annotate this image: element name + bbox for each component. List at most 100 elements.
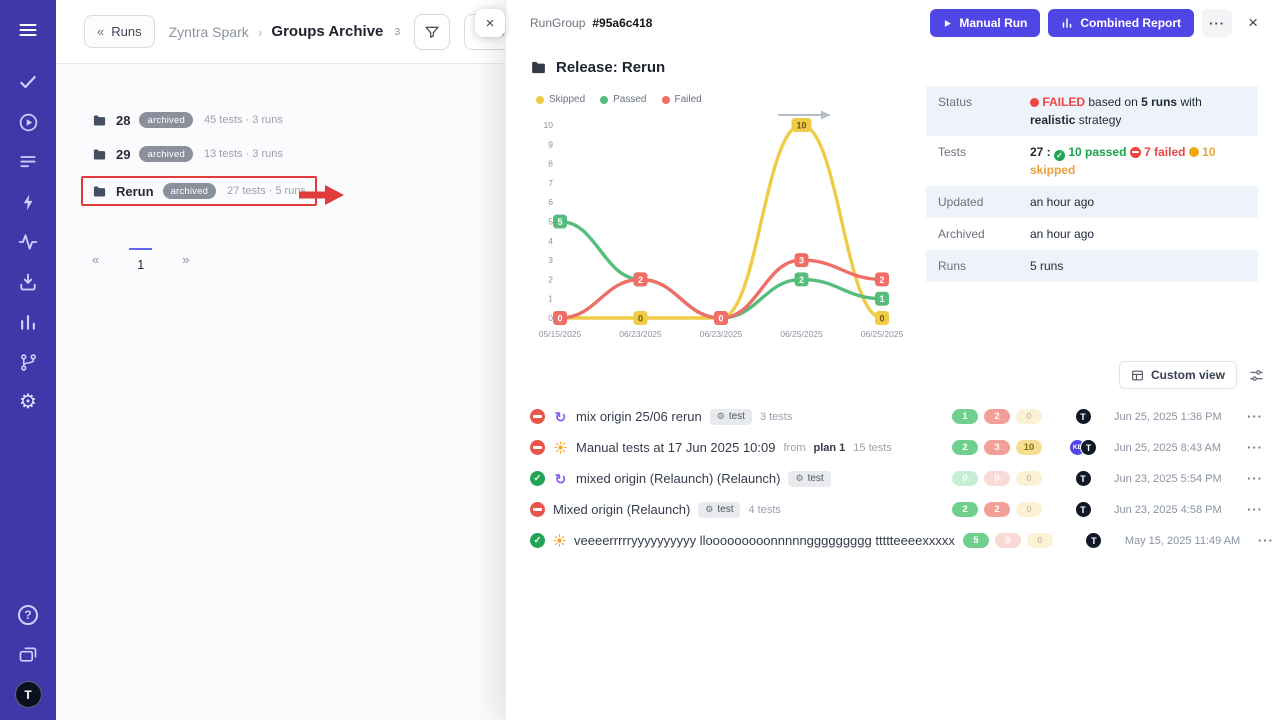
branches-icon[interactable] <box>0 344 56 380</box>
combined-report-button[interactable]: Combined Report <box>1048 9 1194 37</box>
spark-lightning-icon[interactable] <box>0 184 56 220</box>
gear-icon: ⚙ <box>795 473 803 484</box>
failed-pill: 0 <box>984 471 1010 486</box>
archived-badge: archived <box>163 183 217 199</box>
svg-text:05/15/2025: 05/15/2025 <box>539 329 582 339</box>
run-date: Jun 25, 2025 8:43 AM <box>1114 442 1242 454</box>
run-date: Jun 25, 2025 1:36 PM <box>1114 411 1242 423</box>
result-pills: 2 3 10 <box>952 440 1052 455</box>
run-title[interactable]: veeeerrrrryyyyyyyyyy llooooooooonnnnnggg… <box>574 533 955 548</box>
run-date: Jun 23, 2025 5:54 PM <box>1114 473 1242 485</box>
folder-icon <box>92 147 107 162</box>
test-plans-list-icon[interactable] <box>0 144 56 180</box>
gear-icon: ⚙ <box>705 504 713 515</box>
run-row[interactable]: ✓ ↻ mixed origin (Relaunch) (Relaunch) ⚙… <box>530 463 1268 494</box>
pulse-activity-icon[interactable] <box>0 224 56 260</box>
back-to-runs-button[interactable]: « Runs <box>84 15 155 48</box>
passed-check-icon: ✓ <box>1054 150 1065 161</box>
panel-close-icon[interactable]: × <box>1240 11 1266 35</box>
archived-badge: archived <box>139 112 193 128</box>
run-menu-button[interactable]: ··· <box>1242 409 1268 424</box>
breadcrumb: Zyntra Spark › Groups Archive 3 <box>169 23 401 40</box>
custom-view-button[interactable]: Custom view <box>1119 361 1237 389</box>
page-title: Groups Archive <box>271 23 383 40</box>
run-tag: ⚙test <box>710 409 752 425</box>
folder-icon <box>530 59 547 76</box>
run-title[interactable]: mix origin 25/06 rerun <box>576 409 702 424</box>
run-row[interactable]: Manual tests at 17 Jun 2025 10:09 from p… <box>530 432 1268 463</box>
filter-button[interactable] <box>414 14 450 50</box>
runs-trend-chart: SkippedPassedFailed 01234567891005/15/20… <box>530 84 908 349</box>
run-title[interactable]: Mixed origin (Relaunch) <box>553 502 690 517</box>
failed-pill: 2 <box>984 409 1010 424</box>
group-row-29[interactable]: 29 archived 13 tests · 3 runs <box>92 142 283 166</box>
skipped-pill: 10 <box>1016 440 1042 455</box>
annotation-arrow <box>299 184 345 206</box>
failed-pill: 3 <box>984 440 1010 455</box>
menu-icon[interactable] <box>0 12 56 48</box>
tasks-check-icon[interactable] <box>0 64 56 100</box>
gear-icon: ⚙ <box>717 411 725 422</box>
skipped-pill: 0 <box>1016 409 1042 424</box>
run-row[interactable]: ✓ veeeerrrrryyyyyyyyyy llooooooooonnnnng… <box>530 525 1268 556</box>
run-menu-button[interactable]: ··· <box>1253 533 1279 548</box>
view-settings-sliders-icon[interactable] <box>1249 368 1264 383</box>
folder-icon <box>92 184 107 199</box>
import-icon[interactable] <box>0 264 56 300</box>
help-icon[interactable]: ? <box>0 597 56 633</box>
double-chevron-left-icon: « <box>97 24 104 39</box>
breadcrumb-project[interactable]: Zyntra Spark <box>169 24 249 40</box>
svg-text:6: 6 <box>548 197 553 207</box>
svg-text:1: 1 <box>879 294 884 304</box>
svg-text:2: 2 <box>548 274 553 284</box>
group-row-rerun-highlighted[interactable]: Rerun archived 27 tests · 5 runs <box>81 176 317 206</box>
play-icon <box>943 19 952 28</box>
svg-text:9: 9 <box>548 139 553 149</box>
svg-text:3: 3 <box>548 255 553 265</box>
svg-text:0: 0 <box>638 313 643 323</box>
manual-run-button[interactable]: Manual Run <box>930 9 1040 37</box>
failed-dot-icon <box>1030 98 1039 107</box>
plan-link[interactable]: plan 1 <box>813 442 845 454</box>
run-row[interactable]: ↻ mix origin 25/06 rerun ⚙test 3 tests 1… <box>530 401 1268 432</box>
app-root: ⚙ ? T « Runs Zyntra Spark › Groups Archi… <box>0 0 1280 720</box>
passed-status-icon: ✓ <box>530 471 545 486</box>
svg-text:06/25/2025: 06/25/2025 <box>780 329 823 339</box>
settings-gear-icon[interactable]: ⚙ <box>0 384 56 420</box>
svg-text:10: 10 <box>544 120 554 130</box>
result-pills: 0 0 0 <box>952 471 1052 486</box>
avatar: T <box>1075 501 1092 518</box>
run-row[interactable]: Mixed origin (Relaunch) ⚙test 4 tests 2 … <box>530 494 1268 525</box>
run-title[interactable]: mixed origin (Relaunch) (Relaunch) <box>576 471 780 486</box>
user-avatar[interactable]: T <box>15 681 42 708</box>
pagination-page-1[interactable]: 1 <box>129 248 152 272</box>
projects-folder-icon[interactable] <box>0 637 56 673</box>
rungroup-panel: RunGroup #95a6c418 Manual Run Combined R… <box>505 0 1280 720</box>
runs-play-icon[interactable] <box>0 104 56 140</box>
svg-text:4: 4 <box>548 236 553 246</box>
sidebar-bottom: ? T <box>0 597 56 720</box>
rungroup-type: RunGroup <box>530 16 585 30</box>
passed-pill: 0 <box>952 471 978 486</box>
table-icon <box>1131 369 1144 382</box>
detail-row-runs: Runs 5 runs <box>926 250 1258 282</box>
chevron-right-icon: › <box>258 24 263 40</box>
passed-status-icon: ✓ <box>530 533 545 548</box>
run-menu-button[interactable]: ··· <box>1242 471 1268 486</box>
sidebar-nav: ⚙ <box>0 64 56 420</box>
group-row-28[interactable]: 28 archived 45 tests · 3 runs <box>92 108 283 132</box>
rungroup-title: Release: Rerun <box>506 46 1280 78</box>
search-close-button[interactable]: × <box>475 9 505 37</box>
pagination-prev[interactable]: « <box>86 244 105 275</box>
failed-status-icon <box>530 502 545 517</box>
run-tag: ⚙test <box>698 502 740 518</box>
run-menu-button[interactable]: ··· <box>1242 502 1268 517</box>
pagination-next[interactable]: » <box>176 244 195 275</box>
bar-chart-icon <box>1061 17 1073 29</box>
groups-count: 3 <box>394 26 400 38</box>
reports-bar-chart-icon[interactable] <box>0 304 56 340</box>
passed-pill: 5 <box>963 533 989 548</box>
run-title[interactable]: Manual tests at 17 Jun 2025 10:09 <box>576 440 775 455</box>
run-menu-button[interactable]: ··· <box>1242 440 1268 455</box>
panel-more-button[interactable]: ··· <box>1202 9 1232 37</box>
